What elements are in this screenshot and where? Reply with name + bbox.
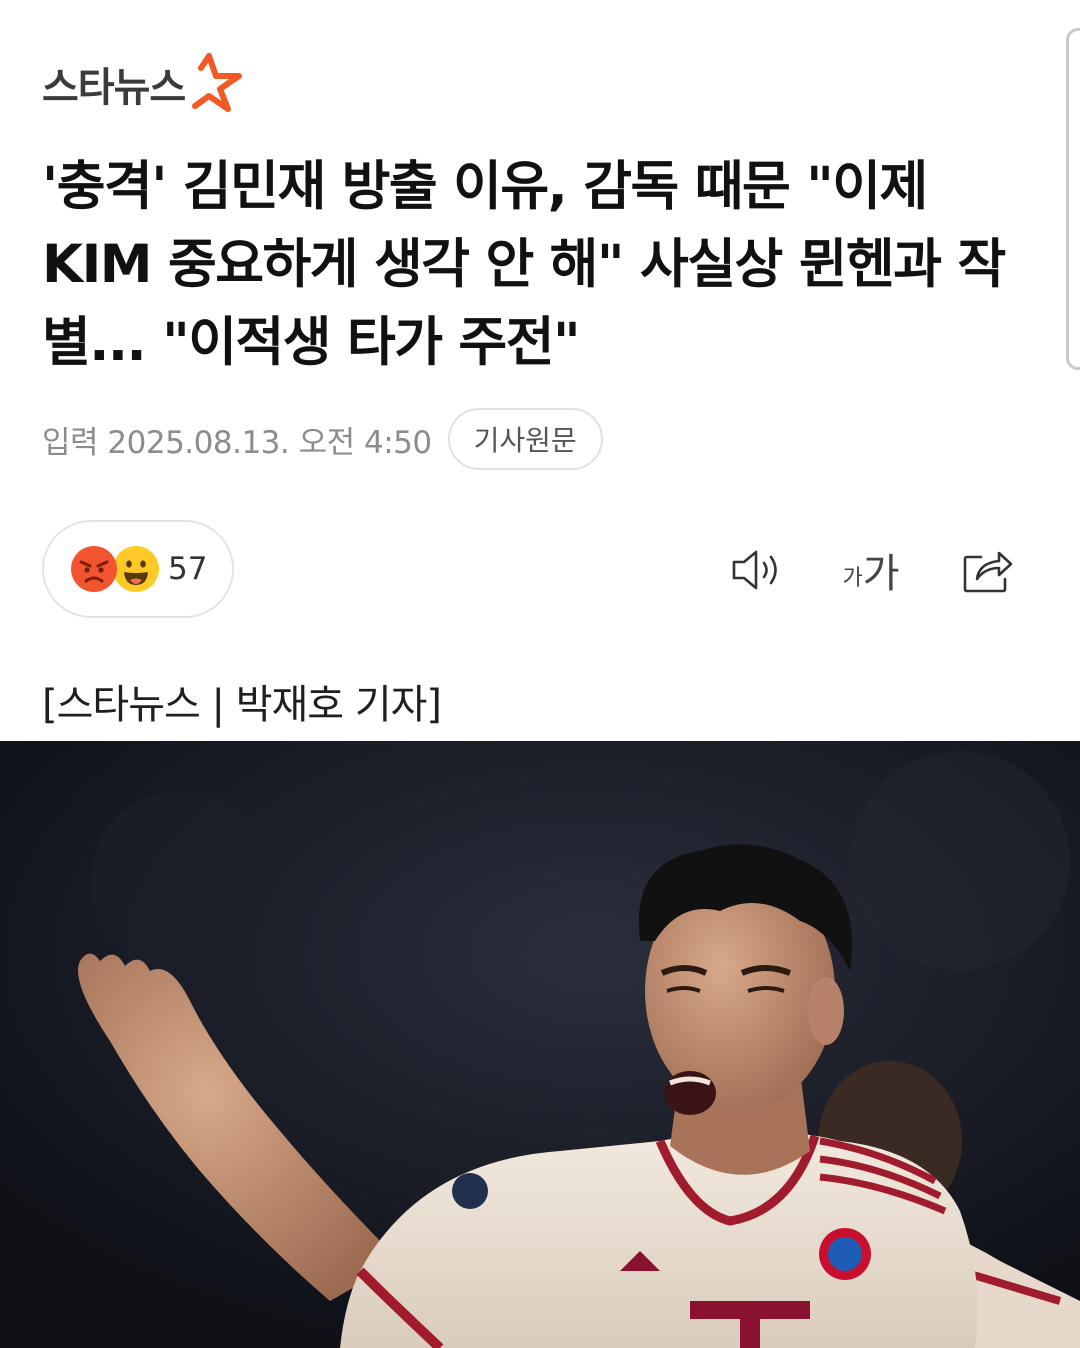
article-meta: 입력 2025.08.13. 오전 4:50 기사원문	[42, 406, 603, 472]
brand-logo[interactable]: 스타뉴스	[42, 53, 243, 114]
brand-logo-text: 스타뉴스	[42, 65, 186, 111]
player-photo-illustration	[0, 741, 1080, 1348]
font-size-large-label: 가	[862, 551, 900, 597]
share-button[interactable]	[954, 540, 1020, 600]
font-size-button[interactable]: 가 가	[836, 540, 906, 600]
article-page: 스타뉴스 '충격' 김민재 방출 이유, 감독 때문 "이제 KIM 중요하게 …	[0, 0, 1080, 1348]
font-size-small-label: 가	[842, 566, 863, 591]
original-article-button[interactable]: 기사원문	[447, 408, 603, 470]
article-headline: '충격' 김민재 방출 이유, 감독 때문 "이제 KIM 중요하게 생각 안 …	[42, 156, 1006, 373]
angry-emoji-icon	[71, 546, 117, 592]
reaction-count: 57	[168, 551, 208, 587]
reaction-emojis	[70, 543, 162, 595]
scrollbar[interactable]	[1066, 28, 1080, 370]
published-date: 입력 2025.08.13. 오전 4:50	[42, 424, 432, 461]
happy-emoji-icon	[113, 546, 159, 592]
text-to-speech-button[interactable]	[724, 540, 790, 600]
article-byline: [스타뉴스 | 박재호 기자]	[42, 682, 442, 728]
share-icon	[963, 551, 1013, 593]
star-icon	[192, 53, 243, 112]
speaker-icon	[732, 550, 777, 590]
reaction-button[interactable]: 57	[42, 520, 234, 618]
article-photo	[0, 741, 1080, 1348]
